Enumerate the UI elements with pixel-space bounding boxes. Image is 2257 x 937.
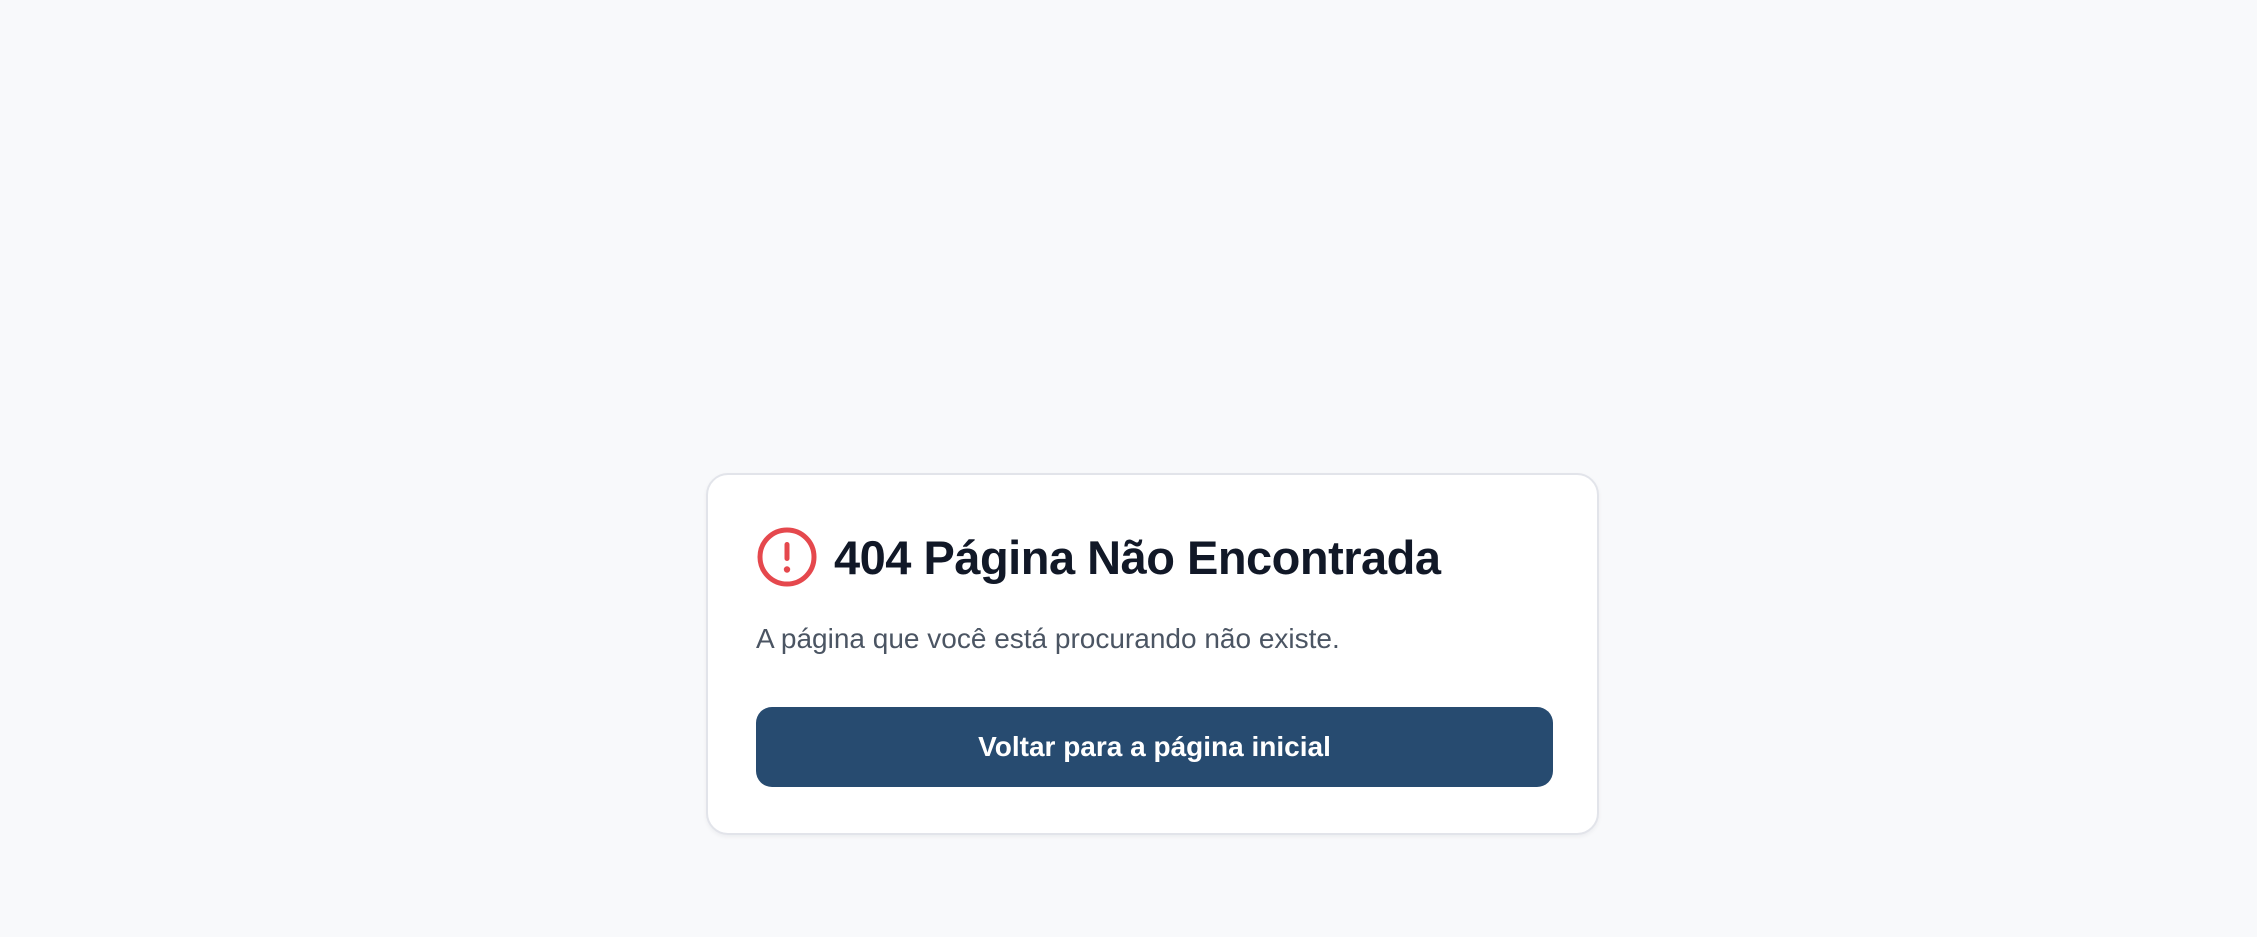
- error-message: A página que você está procurando não ex…: [756, 623, 1340, 654]
- page-title: 404 Página Não Encontrada: [834, 530, 1441, 584]
- error-heading: 404 Página Não Encontrada: [756, 524, 1441, 590]
- back-to-home-button[interactable]: Voltar para a página inicial: [756, 707, 1553, 787]
- alert-circle-icon: [757, 527, 817, 587]
- not-found-page: 404 Página Não Encontrada A página que v…: [0, 0, 2257, 937]
- error-card: 404 Página Não Encontrada A página que v…: [706, 473, 1599, 835]
